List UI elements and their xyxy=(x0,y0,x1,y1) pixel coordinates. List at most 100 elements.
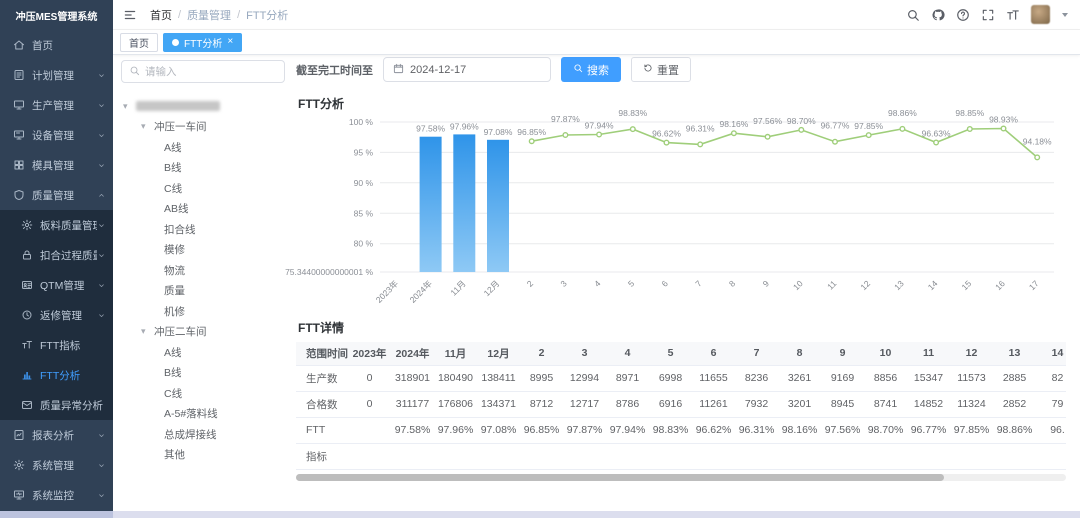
tree-node[interactable]: ▾冲压一车间 xyxy=(121,117,285,138)
sidebar-item[interactable]: 计划管理 xyxy=(0,60,113,90)
date-input[interactable] xyxy=(410,64,541,76)
fullscreen-icon[interactable] xyxy=(981,8,995,22)
tree-node-root[interactable]: ▾ xyxy=(121,96,285,117)
svg-text:75.34400000000001 %: 75.34400000000001 % xyxy=(285,267,373,277)
svg-text:5: 5 xyxy=(626,278,637,289)
table-row: FTT97.58%97.96%97.08%96.85%97.87%97.94%9… xyxy=(296,417,1066,443)
sidebar-item[interactable]: 设备管理 xyxy=(0,120,113,150)
svg-text:17: 17 xyxy=(1027,278,1041,292)
close-icon[interactable]: × xyxy=(227,37,233,47)
svg-text:2024年: 2024年 xyxy=(408,278,435,305)
reset-icon xyxy=(643,63,653,76)
help-icon[interactable] xyxy=(956,8,970,22)
sidebar-item[interactable]: 质量管理 xyxy=(0,180,113,210)
tree-leaf[interactable]: 质量 xyxy=(121,281,285,302)
production-icon xyxy=(13,99,25,111)
scrollbar-thumb[interactable] xyxy=(296,474,944,481)
chevron-up-icon xyxy=(97,191,106,200)
tree-leaf[interactable]: A-5#落料线 xyxy=(121,404,285,425)
qtm-card-icon xyxy=(21,279,33,291)
workshop-tree: ▾▾冲压一车间A线B线C线AB线扣合线模修物流质量机修▾冲压二车间A线B线C线A… xyxy=(121,96,285,465)
settings-gear-icon xyxy=(13,459,25,471)
svg-text:96.77%: 96.77% xyxy=(821,121,850,131)
breadcrumb: 首页/质量管理/FTT分析 xyxy=(150,7,288,23)
sidebar-item[interactable]: 系统监控 xyxy=(0,480,113,510)
tree-node[interactable]: ▾冲压二车间 xyxy=(121,322,285,343)
ftt-chart: 100 %95 %90 %85 %80 %75.34400000000001 %… xyxy=(296,114,1066,315)
sidebar-item[interactable]: 首页 xyxy=(0,30,113,60)
hamburger-icon[interactable] xyxy=(123,8,137,22)
tree-leaf[interactable]: 物流 xyxy=(121,260,285,281)
reset-button[interactable]: 重置 xyxy=(631,57,691,82)
tab-FTT分析[interactable]: FTT分析× xyxy=(163,33,242,52)
chevron-down-icon xyxy=(97,461,106,470)
window-bottom-edge-left xyxy=(0,511,113,518)
svg-text:97.96%: 97.96% xyxy=(450,121,479,131)
tree-leaf[interactable]: A线 xyxy=(121,137,285,158)
tree-leaf[interactable]: 扣合线 xyxy=(121,219,285,240)
tree-search-input[interactable] xyxy=(145,66,277,78)
sidebar-item[interactable]: 质量异常分析 xyxy=(0,390,113,420)
tree-leaf[interactable]: C线 xyxy=(121,383,285,404)
caret-down-icon: ▾ xyxy=(141,326,150,337)
tree-leaf[interactable]: AB线 xyxy=(121,199,285,220)
table-footer-row: 指标 xyxy=(296,443,1066,469)
breadcrumb-item[interactable]: 首页 xyxy=(150,7,172,23)
navbar-actions xyxy=(906,5,1068,24)
breadcrumb-item[interactable]: FTT分析 xyxy=(246,7,288,23)
tab-首页[interactable]: 首页 xyxy=(120,33,158,52)
tree-leaf[interactable]: 模修 xyxy=(121,240,285,261)
svg-text:96.62%: 96.62% xyxy=(652,129,681,139)
breadcrumb-item[interactable]: 质量管理 xyxy=(187,7,231,23)
chevron-down-icon xyxy=(97,161,106,170)
svg-text:3: 3 xyxy=(558,278,569,289)
device-icon xyxy=(13,129,25,141)
chevron-down-icon[interactable] xyxy=(1062,13,1068,17)
ftt-analysis-icon xyxy=(21,369,33,381)
sidebar-item[interactable]: FTT指标 xyxy=(0,330,113,360)
sidebar-item[interactable]: 返修管理 xyxy=(0,300,113,330)
svg-text:7: 7 xyxy=(693,278,704,289)
horizontal-scrollbar xyxy=(296,474,1066,481)
tree-leaf[interactable]: 机修 xyxy=(121,301,285,322)
svg-text:2: 2 xyxy=(525,278,536,289)
monitor-icon xyxy=(13,489,25,501)
svg-text:85 %: 85 % xyxy=(354,208,374,218)
chevron-down-icon xyxy=(97,251,106,260)
chevron-down-icon xyxy=(97,101,106,110)
user-avatar[interactable] xyxy=(1031,5,1050,24)
svg-text:98.83%: 98.83% xyxy=(618,108,647,118)
tree-leaf[interactable]: 总成焊接线 xyxy=(121,424,285,445)
sidebar-item[interactable]: 模具管理 xyxy=(0,150,113,180)
font-size-icon[interactable] xyxy=(1006,8,1020,22)
sidebar-item[interactable]: 系统管理 xyxy=(0,450,113,480)
sidebar-item[interactable]: QTM管理 xyxy=(0,270,113,300)
sidebar-item[interactable]: 扣合过程质量 xyxy=(0,240,113,270)
svg-text:94.18%: 94.18% xyxy=(1023,136,1052,146)
calendar-icon xyxy=(393,63,404,77)
tree-search-box xyxy=(121,60,285,83)
search-button[interactable]: 搜索 xyxy=(561,57,621,82)
app-title: 冲压MES管理系统 xyxy=(0,0,113,30)
github-icon[interactable] xyxy=(931,8,945,22)
svg-text:12月: 12月 xyxy=(482,278,502,298)
tree-leaf[interactable]: A线 xyxy=(121,342,285,363)
date-picker[interactable] xyxy=(383,57,551,82)
tree-leaf[interactable]: C线 xyxy=(121,178,285,199)
window-bottom-edge xyxy=(0,511,1080,518)
svg-text:90 %: 90 % xyxy=(354,178,374,188)
sidebar-item[interactable]: FTT分析 xyxy=(0,360,113,390)
svg-text:12: 12 xyxy=(858,278,872,292)
search-icon[interactable] xyxy=(906,8,920,22)
repair-history-icon xyxy=(21,309,33,321)
sidebar-item[interactable]: 生产管理 xyxy=(0,90,113,120)
sidebar-item[interactable]: 报表分析 xyxy=(0,420,113,450)
tree-leaf[interactable]: B线 xyxy=(121,363,285,384)
tree-leaf[interactable]: B线 xyxy=(121,158,285,179)
tree-leaf[interactable]: 其他 xyxy=(121,445,285,466)
chevron-down-icon xyxy=(97,491,106,500)
svg-text:98.86%: 98.86% xyxy=(888,108,917,118)
sidebar-item[interactable]: 板料质量管理 xyxy=(0,210,113,240)
app-window: 冲压MES管理系统 首页计划管理生产管理设备管理模具管理质量管理板料质量管理扣合… xyxy=(0,0,1080,518)
search-icon xyxy=(573,63,583,76)
